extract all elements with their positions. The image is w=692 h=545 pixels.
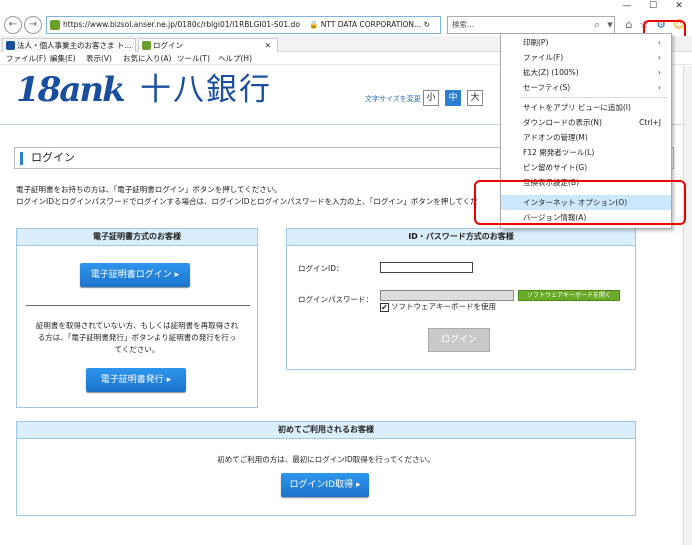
- menu-item-add-app-view[interactable]: サイトをアプリ ビューに追加(I): [501, 100, 671, 115]
- login-password-label: ログインパスワード：: [298, 295, 373, 304]
- first-time-panel-header: 初めてご利用されるお客様: [17, 422, 635, 439]
- title-bar: [0, 0, 692, 12]
- intro-text-2: ログインIDとログインパスワードでログインする場合は、ログインIDとログインパス…: [16, 197, 478, 206]
- bank-favicon-icon: [6, 41, 15, 50]
- intro-text-1: 電子証明書をお持ちの方は、「電子証明書ログイン」ボタンを押してください。: [16, 185, 282, 194]
- home-icon[interactable]: ⌂: [622, 18, 636, 32]
- forward-button[interactable]: →: [24, 16, 42, 34]
- close-window-button[interactable]: ✕: [666, 0, 692, 12]
- cert-note-3: てください。: [114, 345, 160, 354]
- menu-help[interactable]: ヘルプ(H): [218, 53, 252, 64]
- tab-label: 法人・個人事業主のお客さま ト...: [17, 41, 132, 50]
- bank-logo-japanese[interactable]: 十八銀行: [140, 70, 272, 110]
- cert-note-2: る方は、「電子証明書発行」ボタンより証明書の発行を行っ: [37, 333, 237, 342]
- site-favicon-icon: [50, 20, 60, 30]
- get-login-id-button[interactable]: ログインID取得 ▸: [281, 473, 369, 497]
- tab-login[interactable]: ログイン ✕: [138, 38, 278, 52]
- tab-label: ログイン: [153, 41, 183, 50]
- address-url: https://www.bizsol.anser.ne.jp/0180c/rbl…: [63, 20, 300, 29]
- search-dropdown-icon[interactable]: ▾: [603, 18, 617, 32]
- software-keyboard-checkbox[interactable]: ✔: [380, 303, 389, 312]
- menu-item-file[interactable]: ファイル(F) ›: [501, 50, 671, 65]
- cert-panel-divider: [26, 305, 250, 306]
- menu-file[interactable]: ファイル(F): [6, 53, 46, 64]
- menu-item-devtools[interactable]: F12 開発者ツール(L): [501, 145, 671, 160]
- cert-issue-button[interactable]: 電子証明書発行 ▸: [86, 368, 186, 392]
- tab-business[interactable]: 法人・個人事業主のお客さま ト...: [2, 38, 136, 52]
- menu-separator: [520, 97, 668, 98]
- menu-tools[interactable]: ツール(T): [177, 53, 210, 64]
- font-size-label: 文字サイズを変更: [365, 95, 421, 103]
- menu-favorites[interactable]: お気に入り(A): [123, 53, 171, 64]
- login-id-label: ログインID：: [298, 264, 344, 273]
- first-time-text: 初めてご利用の方は、最初にログインID取得を行ってください。: [217, 455, 435, 464]
- cert-login-button[interactable]: 電子証明書ログイン ▸: [80, 263, 190, 287]
- certificate-area: 🔒 NTT DATA CORPORATION... ↻: [305, 17, 440, 33]
- font-size-medium-button[interactable]: 中: [445, 90, 461, 106]
- minimize-button[interactable]: —: [614, 0, 640, 12]
- login-button[interactable]: ログイン: [428, 328, 490, 352]
- vertical-scrollbar[interactable]: [683, 66, 692, 545]
- refresh-icon[interactable]: ↻: [424, 20, 430, 29]
- lock-icon[interactable]: 🔒: [309, 20, 318, 29]
- maximize-button[interactable]: ☐: [640, 0, 666, 12]
- cert-panel-header: 電子証明書方式のお客様: [17, 229, 257, 246]
- menu-edit[interactable]: 編集(E): [50, 53, 76, 64]
- menu-item-downloads[interactable]: ダウンロードの表示(N) Ctrl+J: [501, 115, 671, 130]
- cert-note-1: 証明書を取得されていない方、もしくは証明書を再取得され: [35, 321, 239, 330]
- font-size-large-button[interactable]: 大: [467, 90, 483, 106]
- menu-item-addons[interactable]: アドオンの管理(M): [501, 130, 671, 145]
- menu-item-safety[interactable]: セーフティ(S) ›: [501, 80, 671, 95]
- software-keyboard-button[interactable]: ソフトウェアキーボードを開く: [518, 290, 620, 301]
- first-time-panel: 初めてご利用されるお客様: [16, 421, 636, 516]
- software-keyboard-label: ソフトウェアキーボードを使用: [391, 302, 496, 311]
- login-id-input[interactable]: [380, 262, 473, 273]
- highlight-internet-options-box: [474, 180, 686, 225]
- search-icon[interactable]: ⌕: [590, 18, 604, 32]
- address-bar[interactable]: https://www.bizsol.anser.ne.jp/0180c/rbl…: [46, 16, 441, 34]
- site-favicon-icon: [142, 41, 151, 50]
- menu-item-pinned-sites[interactable]: ピン留めサイト(G): [501, 160, 671, 175]
- login-password-input[interactable]: [380, 290, 514, 301]
- font-size-small-button[interactable]: 小: [423, 90, 439, 106]
- bank-logo-english[interactable]: 18ank: [16, 70, 126, 110]
- menu-item-zoom[interactable]: 拡大(Z) (100%) ›: [501, 65, 671, 80]
- back-button[interactable]: ←: [4, 16, 22, 34]
- menu-view[interactable]: 表示(V): [86, 53, 112, 64]
- id-panel-header: ID・パスワード方式のお客様: [287, 229, 635, 246]
- menu-item-print[interactable]: 印刷(P) ›: [501, 35, 671, 50]
- close-tab-icon[interactable]: ✕: [265, 39, 271, 52]
- certificate-name: NTT DATA CORPORATION...: [320, 20, 422, 29]
